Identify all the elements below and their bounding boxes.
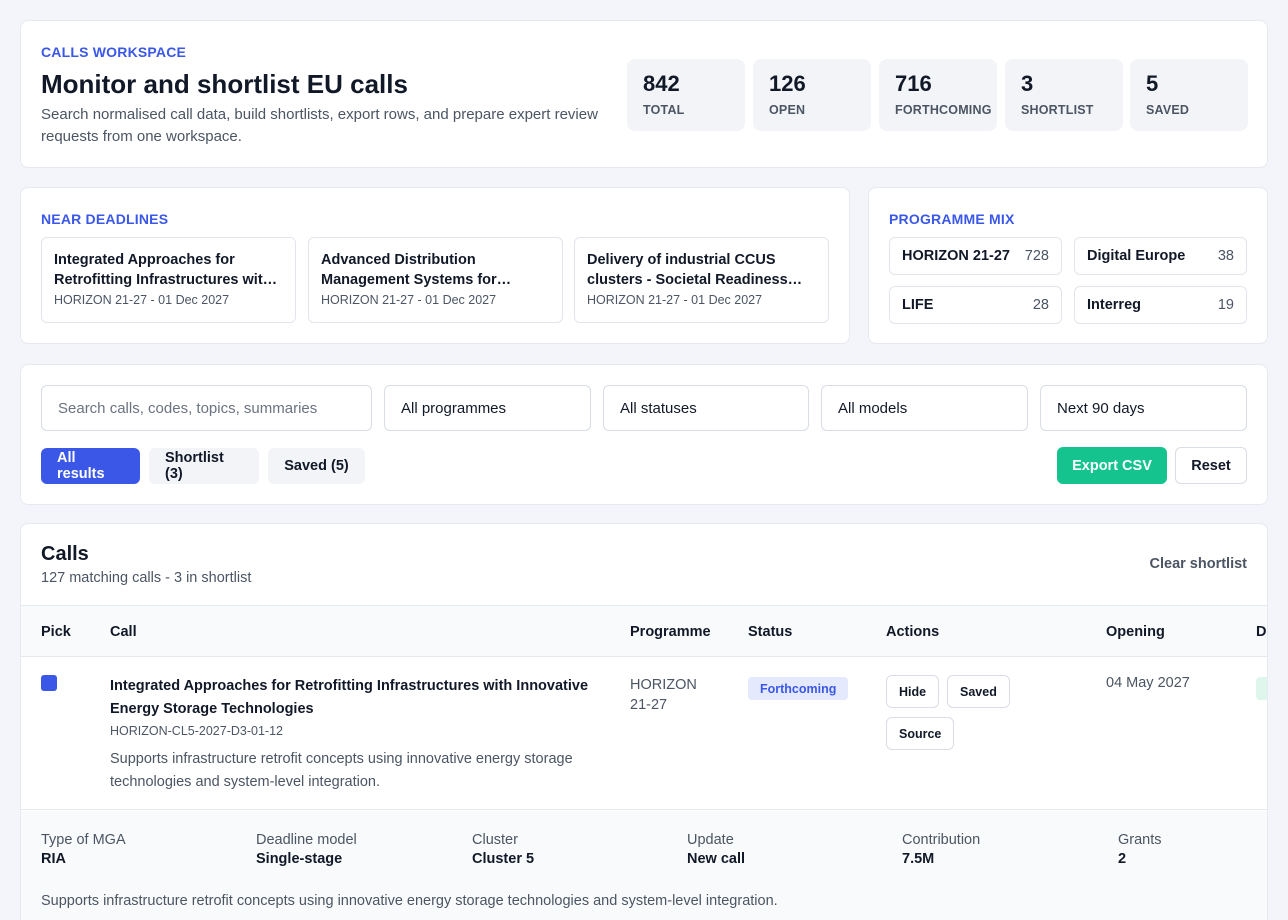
call-title[interactable]: Integrated Approaches for Retrofitting I… (110, 675, 600, 721)
tab-saved[interactable]: Saved (5) (268, 448, 365, 484)
deadline-meta: HORIZON 21-27 - 01 Dec 2027 (54, 293, 230, 307)
detail-field: Contribution 7.5M (902, 832, 980, 867)
workspace-header: CALLS WORKSPACE Monitor and shortlist EU… (20, 20, 1268, 168)
deadline-card[interactable]: Advanced Distribution Management Systems… (308, 237, 563, 323)
detail-key: Grants (1118, 832, 1162, 848)
programme-name: Digital Europe (1087, 248, 1186, 264)
programme-mix-item[interactable]: Digital Europe 38 (1074, 237, 1247, 275)
programme-name: HORIZON 21-27 (902, 248, 1010, 264)
programme-count: 28 (1032, 297, 1049, 313)
export-csv-button[interactable]: Export CSV (1057, 447, 1167, 484)
stat-value: 5 (1146, 71, 1159, 96)
hide-button[interactable]: Hide (886, 675, 940, 708)
deadline-title: Delivery of industrial CCUS clusters - S… (587, 252, 788, 288)
tab-all-results[interactable]: All results (41, 448, 140, 484)
call-code: HORIZON-CL5-2027-D3-01-12 (110, 724, 283, 738)
deadline-meta: HORIZON 21-27 - 01 Dec 2027 (587, 293, 763, 307)
column-header-pick: Pick (41, 624, 71, 640)
detail-value: RIA (41, 851, 66, 867)
programme-mix-item[interactable]: HORIZON 21-27 728 (889, 237, 1062, 275)
deadline-title: Advanced Distribution Management Systems… (321, 252, 497, 288)
detail-key: Update (687, 832, 734, 848)
tab-shortlist[interactable]: Shortlist (3) (149, 448, 259, 484)
near-deadlines-title: NEAR DEADLINES (41, 211, 169, 227)
detail-value: New call (687, 851, 746, 867)
filters-panel: Search calls, codes, topics, summaries A… (20, 364, 1268, 505)
workspace-eyebrow: CALLS WORKSPACE (41, 44, 187, 60)
stat-label: SAVED (1146, 103, 1190, 117)
programme-count: 728 (1024, 248, 1049, 264)
status-select[interactable]: All statuses (603, 385, 809, 431)
programme-name: LIFE (902, 297, 934, 313)
stat-label: SHORTLIST (1021, 103, 1094, 117)
stat-shortlist: 3 SHORTLIST (1005, 59, 1123, 131)
stat-label: TOTAL (643, 103, 685, 117)
deadline-title: Integrated Approaches for Retrofitting I… (54, 252, 272, 288)
table-row: Integrated Approaches for Retrofitting I… (21, 657, 1267, 810)
deadline-card[interactable]: Delivery of industrial CCUS clusters - S… (574, 237, 829, 323)
call-detail-panel: Type of MGA RIA Deadline model Single-st… (21, 811, 1267, 920)
programme-mix-item[interactable]: LIFE 28 (889, 286, 1062, 324)
stat-saved: 5 SAVED (1130, 59, 1248, 131)
programme-name: Interreg (1087, 297, 1141, 313)
column-header-deadline: De (1256, 624, 1267, 640)
column-header-opening: Opening (1106, 624, 1165, 640)
programme-count: 19 (1217, 297, 1234, 313)
opening-date: 04 May 2027 (1106, 675, 1190, 691)
detail-value: 2 (1118, 851, 1127, 867)
programme-count: 38 (1217, 248, 1234, 264)
column-header-call: Call (110, 624, 137, 640)
saved-button[interactable]: Saved (947, 675, 1010, 708)
column-header-actions: Actions (886, 624, 940, 640)
detail-field: Cluster Cluster 5 (472, 832, 534, 867)
status-badge: Forthcoming (748, 677, 849, 700)
detail-key: Deadline model (256, 832, 357, 848)
programme-mix-title: PROGRAMME MIX (889, 211, 1015, 227)
stat-label: OPEN (769, 103, 806, 117)
page-title: Monitor and shortlist EU calls (41, 69, 408, 99)
calls-subtitle: 127 matching calls - 3 in shortlist (41, 570, 252, 586)
page-description: Search normalised call data, build short… (41, 106, 598, 145)
stat-value: 126 (769, 71, 806, 96)
detail-field: Deadline model Single-stage (256, 832, 357, 867)
detail-key: Type of MGA (41, 832, 126, 848)
calls-panel: Calls 127 matching calls - 3 in shortlis… (20, 523, 1268, 920)
detail-key: Contribution (902, 832, 981, 848)
detail-field: Update New call (687, 832, 745, 867)
detail-field: Grants 2 (1118, 832, 1162, 867)
stat-forthcoming: 716 FORTHCOMING (879, 59, 997, 131)
stat-value: 3 (1021, 71, 1034, 96)
stat-value: 716 (895, 71, 932, 96)
stat-open: 126 OPEN (753, 59, 871, 131)
detail-value: Cluster 5 (472, 851, 535, 867)
near-deadlines-panel: NEAR DEADLINES Integrated Approaches for… (20, 187, 850, 344)
calls-title: Calls (41, 543, 89, 565)
deadline-meta: HORIZON 21-27 - 01 Dec 2027 (321, 293, 497, 307)
detail-field: Type of MGA RIA (41, 832, 126, 867)
detail-value: Single-stage (256, 851, 343, 867)
stat-value: 842 (643, 71, 680, 96)
detail-summary: Supports infrastructure retrofit concept… (41, 893, 778, 909)
call-summary: Supports infrastructure retrofit concept… (110, 751, 573, 790)
detail-key: Cluster (472, 832, 518, 848)
date-range-select[interactable]: Next 90 days (1040, 385, 1247, 431)
clear-shortlist-button[interactable]: Clear shortlist (1150, 556, 1248, 572)
column-header-programme: Programme (630, 624, 711, 640)
source-button[interactable]: Source (886, 717, 955, 750)
search-input[interactable]: Search calls, codes, topics, summaries (41, 385, 372, 431)
reset-button[interactable]: Reset (1175, 447, 1247, 484)
model-select[interactable]: All models (821, 385, 1028, 431)
table-header: Pick Call Programme Status Actions Openi… (21, 605, 1267, 657)
stat-label: FORTHCOMING (895, 103, 992, 117)
deadline-card[interactable]: Integrated Approaches for Retrofitting I… (41, 237, 296, 323)
deadline-badge (1256, 677, 1267, 700)
pick-checkbox[interactable] (41, 675, 57, 691)
programme-mix-panel: PROGRAMME MIX HORIZON 21-27 728 Digital … (868, 187, 1268, 344)
programme-select[interactable]: All programmes (384, 385, 591, 431)
programme-mix-item[interactable]: Interreg 19 (1074, 286, 1247, 324)
detail-value: 7.5M (902, 851, 935, 867)
stat-total: 842 TOTAL (627, 59, 745, 131)
column-header-status: Status (748, 624, 793, 640)
call-programme: HORIZON 21-27 (630, 677, 697, 713)
